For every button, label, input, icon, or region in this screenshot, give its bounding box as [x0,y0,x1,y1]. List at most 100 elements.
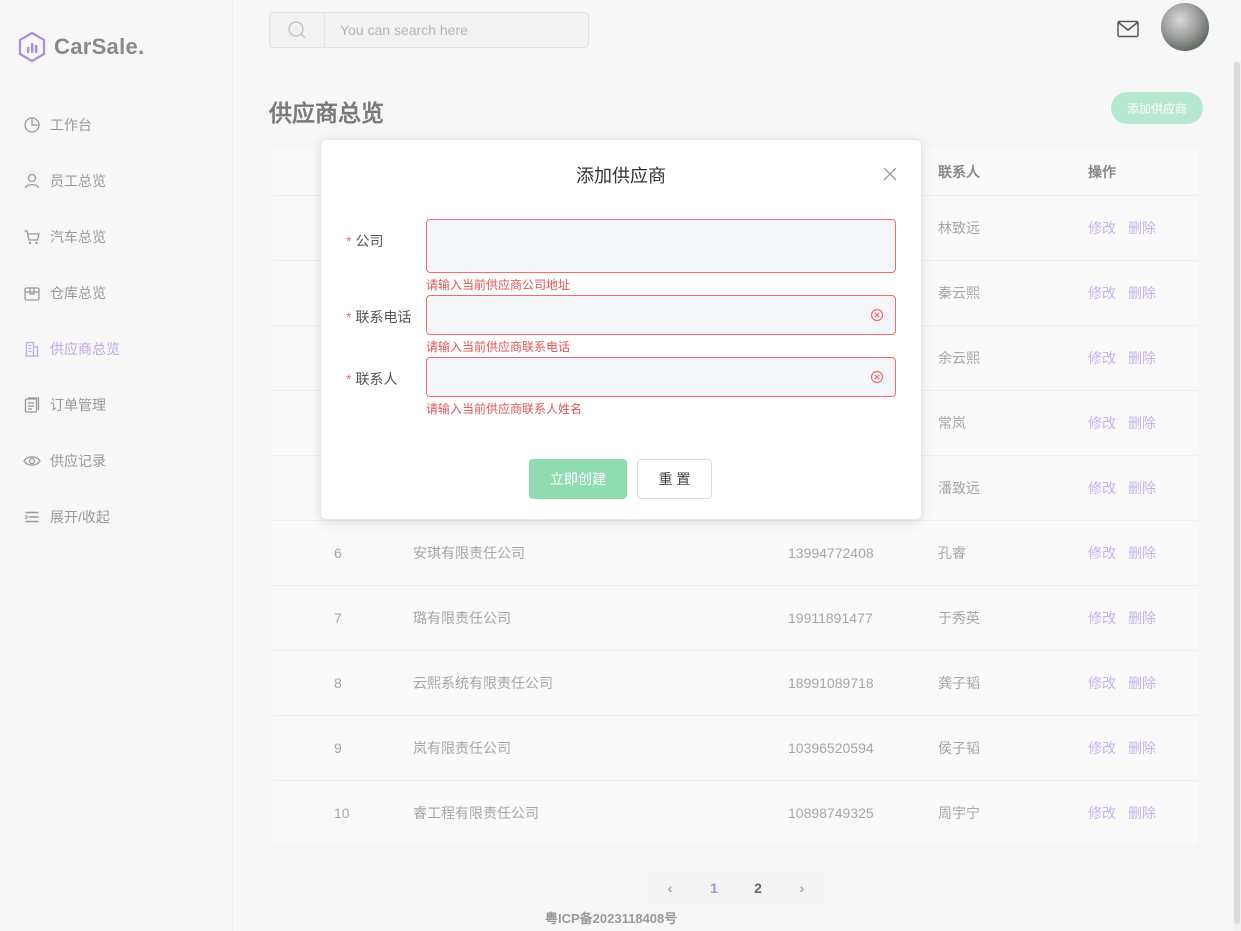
clear-circle-icon[interactable] [870,308,884,322]
cart-icon [24,230,40,245]
page-scrollbar[interactable] [1233,60,1241,931]
sidebar-item-toggle[interactable]: 展开/收起 [0,489,232,545]
menu-icon [25,511,39,523]
page-button-1[interactable]: 1 [703,880,725,896]
sidebar-item-label: 订单管理 [50,397,106,413]
cell-phone: 13994772408 [788,545,874,561]
contact-error: 请输入当前供应商联系人姓名 [426,402,583,416]
table-row: 9 岚有限责任公司 10396520594 侯子韬 修改 删除 [273,716,1198,781]
company-label: * 公司 [346,233,384,249]
sidebar-item-cars[interactable]: 汽车总览 [0,209,232,265]
add-supplier-button[interactable]: 添加供应商 [1111,92,1203,124]
edit-link[interactable]: 修改 [1088,218,1116,238]
sidebar-item-employees[interactable]: 员工总览 [0,153,232,209]
cell-index: 8 [334,675,342,691]
cell-contact: 常岚 [938,415,966,431]
cell-company: 璐有限责任公司 [413,610,511,626]
cell-contact: 龚子韬 [938,675,980,691]
delete-link[interactable]: 删除 [1128,608,1156,628]
avatar[interactable] [1161,3,1209,51]
close-icon[interactable] [883,167,897,181]
sidebar-item-label: 工作台 [50,117,92,133]
prev-page-button[interactable]: ‹ [659,880,681,896]
delete-link[interactable]: 删除 [1128,283,1156,303]
table-row: 10 睿工程有限责任公司 10898749325 周宇宁 修改 删除 [273,781,1198,845]
table-row: 8 云熙系统有限责任公司 18991089718 龚子韬 修改 删除 [273,651,1198,716]
reset-button[interactable]: 重 置 [637,459,712,499]
cell-actions: 修改 删除 [1088,283,1198,303]
create-button[interactable]: 立即创建 [529,459,627,499]
delete-link[interactable]: 删除 [1128,478,1156,498]
cell-company: 岚有限责任公司 [413,740,511,756]
cell-contact: 秦云熙 [938,285,980,301]
brand[interactable]: CarSale. [18,32,144,62]
edit-link[interactable]: 修改 [1088,283,1116,303]
edit-link[interactable]: 修改 [1088,738,1116,758]
document-icon [24,397,40,413]
cell-index: 7 [334,610,342,626]
column-header-actions: 操作 [1088,163,1116,180]
sidebar-item-suppliers[interactable]: 供应商总览 [0,321,232,377]
cell-actions: 修改 删除 [1088,413,1198,433]
cell-actions: 修改 删除 [1088,348,1198,368]
sidebar-item-label: 汽车总览 [50,229,106,245]
sidebar-item-dashboard[interactable]: 工作台 [0,97,232,153]
contact-input[interactable] [427,358,895,396]
phone-error: 请输入当前供应商联系电话 [426,340,571,354]
delete-link[interactable]: 删除 [1128,218,1156,238]
cell-contact: 孔睿 [938,545,966,561]
add-supplier-dialog: 添加供应商 * 公司 请输入当前供应商公司地址 * 联系电话 请输入当前供应商联系电… [320,139,922,520]
sidebar-item-orders[interactable]: 订单管理 [0,377,232,433]
sidebar-nav: 工作台 员工总览 汽车总览 仓库总览 供应商总览 订单管理 供应记录 展开/收起 [0,97,232,545]
edit-link[interactable]: 修改 [1088,478,1116,498]
sidebar-item-label: 仓库总览 [50,285,106,301]
cell-contact: 余云熙 [938,350,980,366]
app-root: CarSale. 工作台 员工总览 汽车总览 仓库总览 供应商总览 订单管理 供… [0,0,1241,931]
edit-link[interactable]: 修改 [1088,543,1116,563]
phone-input[interactable] [427,296,895,334]
cell-index: 6 [334,545,342,561]
search-button[interactable] [270,13,325,47]
cell-actions: 修改 删除 [1088,218,1198,238]
cell-actions: 修改 删除 [1088,673,1198,693]
clear-circle-icon[interactable] [870,370,884,384]
mail-icon[interactable] [1117,20,1139,38]
cell-company: 睿工程有限责任公司 [413,805,539,821]
contact-field-box [426,357,896,397]
cell-index: 10 [334,805,350,821]
scrollbar-thumb[interactable] [1234,62,1240,924]
user-icon [24,173,40,189]
cell-company: 安琪有限责任公司 [413,545,525,561]
table-row: 6 安琪有限责任公司 13994772408 孔睿 修改 删除 [273,521,1198,586]
edit-link[interactable]: 修改 [1088,413,1116,433]
cell-actions: 修改 删除 [1088,738,1198,758]
company-field-box [426,219,896,273]
delete-link[interactable]: 删除 [1128,413,1156,433]
delete-link[interactable]: 删除 [1128,803,1156,823]
sidebar-item-label: 供应记录 [50,453,106,469]
delete-link[interactable]: 删除 [1128,738,1156,758]
sidebar-item-label: 员工总览 [50,173,106,189]
company-textarea[interactable] [427,220,895,272]
phone-field-box [426,295,896,335]
delete-link[interactable]: 删除 [1128,673,1156,693]
cell-contact: 林致远 [938,220,980,236]
company-error: 请输入当前供应商公司地址 [426,278,571,292]
next-page-button[interactable]: › [791,880,813,896]
page-button-2[interactable]: 2 [747,880,769,896]
edit-link[interactable]: 修改 [1088,608,1116,628]
delete-link[interactable]: 删除 [1128,348,1156,368]
sidebar-item-warehouse[interactable]: 仓库总览 [0,265,232,321]
column-header-contact: 联系人 [938,163,980,180]
search-input[interactable] [325,13,588,47]
delete-link[interactable]: 删除 [1128,543,1156,563]
cell-phone: 10396520594 [788,740,874,756]
edit-link[interactable]: 修改 [1088,673,1116,693]
search-icon [288,21,306,39]
edit-link[interactable]: 修改 [1088,803,1116,823]
edit-link[interactable]: 修改 [1088,348,1116,368]
cell-phone: 19911891477 [788,610,873,626]
phone-label: * 联系电话 [346,309,412,325]
sidebar-item-supply-records[interactable]: 供应记录 [0,433,232,489]
cell-contact: 周宇宁 [938,805,980,821]
